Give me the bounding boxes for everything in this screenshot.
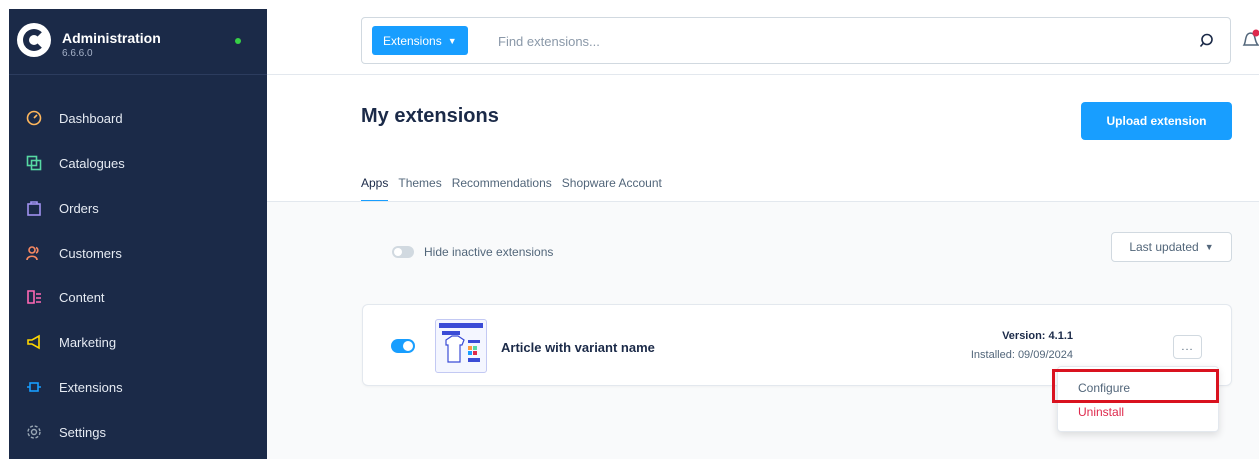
sort-select-value: Last updated bbox=[1129, 240, 1199, 254]
brand-title: Administration bbox=[62, 30, 161, 46]
notification-bell-icon[interactable] bbox=[1240, 28, 1259, 50]
sidebar-item-orders[interactable]: Orders bbox=[9, 188, 267, 228]
extensions-icon bbox=[25, 378, 43, 396]
global-search: Extensions ▼ bbox=[361, 17, 1231, 64]
sidebar-item-marketing[interactable]: Marketing bbox=[9, 322, 267, 362]
sidebar-item-label: Customers bbox=[59, 245, 122, 261]
sidebar: Administration 6.6.6.0 Dashboard Catalog… bbox=[9, 9, 267, 459]
extension-active-toggle[interactable] bbox=[391, 339, 415, 353]
extension-context-menu-button[interactable]: ... bbox=[1173, 335, 1202, 359]
brand-header: Administration 6.6.6.0 bbox=[9, 9, 267, 75]
extension-tabs: Apps Themes Recommendations Shopware Acc… bbox=[361, 176, 672, 202]
page-title: My extensions bbox=[361, 105, 499, 127]
customers-icon bbox=[25, 244, 43, 262]
hide-inactive-filter: Hide inactive extensions bbox=[392, 245, 553, 259]
chevron-down-icon: ▼ bbox=[1204, 242, 1214, 252]
status-dot bbox=[235, 38, 241, 44]
tab-themes[interactable]: Themes bbox=[398, 176, 441, 202]
tab-shopware-account[interactable]: Shopware Account bbox=[562, 176, 662, 202]
marketing-icon bbox=[25, 333, 43, 351]
upload-extension-button[interactable]: Upload extension bbox=[1081, 102, 1232, 140]
chevron-down-icon: ▼ bbox=[447, 35, 457, 46]
app-root: Administration 6.6.6.0 Dashboard Catalog… bbox=[0, 0, 1259, 459]
search-type-dropdown[interactable]: Extensions ▼ bbox=[372, 26, 468, 55]
brand-version: 6.6.6.0 bbox=[62, 48, 93, 59]
extension-version: Version: 4.1.1 bbox=[1002, 330, 1073, 342]
extension-installed-date: Installed: 09/09/2024 bbox=[970, 349, 1073, 361]
hide-inactive-toggle[interactable] bbox=[392, 246, 414, 258]
sidebar-item-customers[interactable]: Customers bbox=[9, 233, 267, 273]
search-input[interactable] bbox=[498, 31, 1148, 51]
settings-icon bbox=[25, 423, 43, 441]
shopware-logo-icon[interactable] bbox=[17, 23, 51, 57]
hide-inactive-label: Hide inactive extensions bbox=[424, 245, 554, 259]
sidebar-item-label: Extensions bbox=[59, 379, 123, 395]
sidebar-item-label: Catalogues bbox=[59, 155, 125, 171]
sidebar-item-label: Settings bbox=[59, 424, 106, 440]
extension-thumbnail bbox=[435, 319, 487, 373]
menu-item-uninstall[interactable]: Uninstall bbox=[1078, 405, 1124, 419]
sidebar-item-settings[interactable]: Settings bbox=[9, 412, 267, 452]
orders-icon bbox=[25, 199, 43, 217]
content-icon bbox=[25, 288, 43, 306]
sidebar-item-label: Content bbox=[59, 289, 105, 305]
tab-apps[interactable]: Apps bbox=[361, 176, 389, 202]
sidebar-item-label: Dashboard bbox=[59, 110, 123, 126]
sidebar-item-label: Marketing bbox=[59, 334, 117, 350]
dashboard-icon bbox=[25, 109, 43, 127]
sidebar-item-label: Orders bbox=[59, 200, 99, 216]
search-type-label: Extensions bbox=[383, 33, 442, 48]
highlight-box bbox=[1052, 369, 1219, 403]
sidebar-item-catalogues[interactable]: Catalogues bbox=[9, 143, 267, 183]
tab-recommendations[interactable]: Recommendations bbox=[452, 176, 552, 202]
sort-select[interactable]: Last updated ▼ bbox=[1111, 232, 1232, 262]
sidebar-item-dashboard[interactable]: Dashboard bbox=[9, 98, 267, 138]
search-icon[interactable] bbox=[1198, 32, 1216, 50]
sidebar-item-content[interactable]: Content bbox=[9, 277, 267, 317]
topbar: Extensions ▼ bbox=[267, 9, 1259, 75]
sidebar-item-extensions[interactable]: Extensions bbox=[9, 367, 267, 407]
extension-name: Article with variant name bbox=[501, 340, 655, 355]
catalogues-icon bbox=[25, 154, 43, 172]
